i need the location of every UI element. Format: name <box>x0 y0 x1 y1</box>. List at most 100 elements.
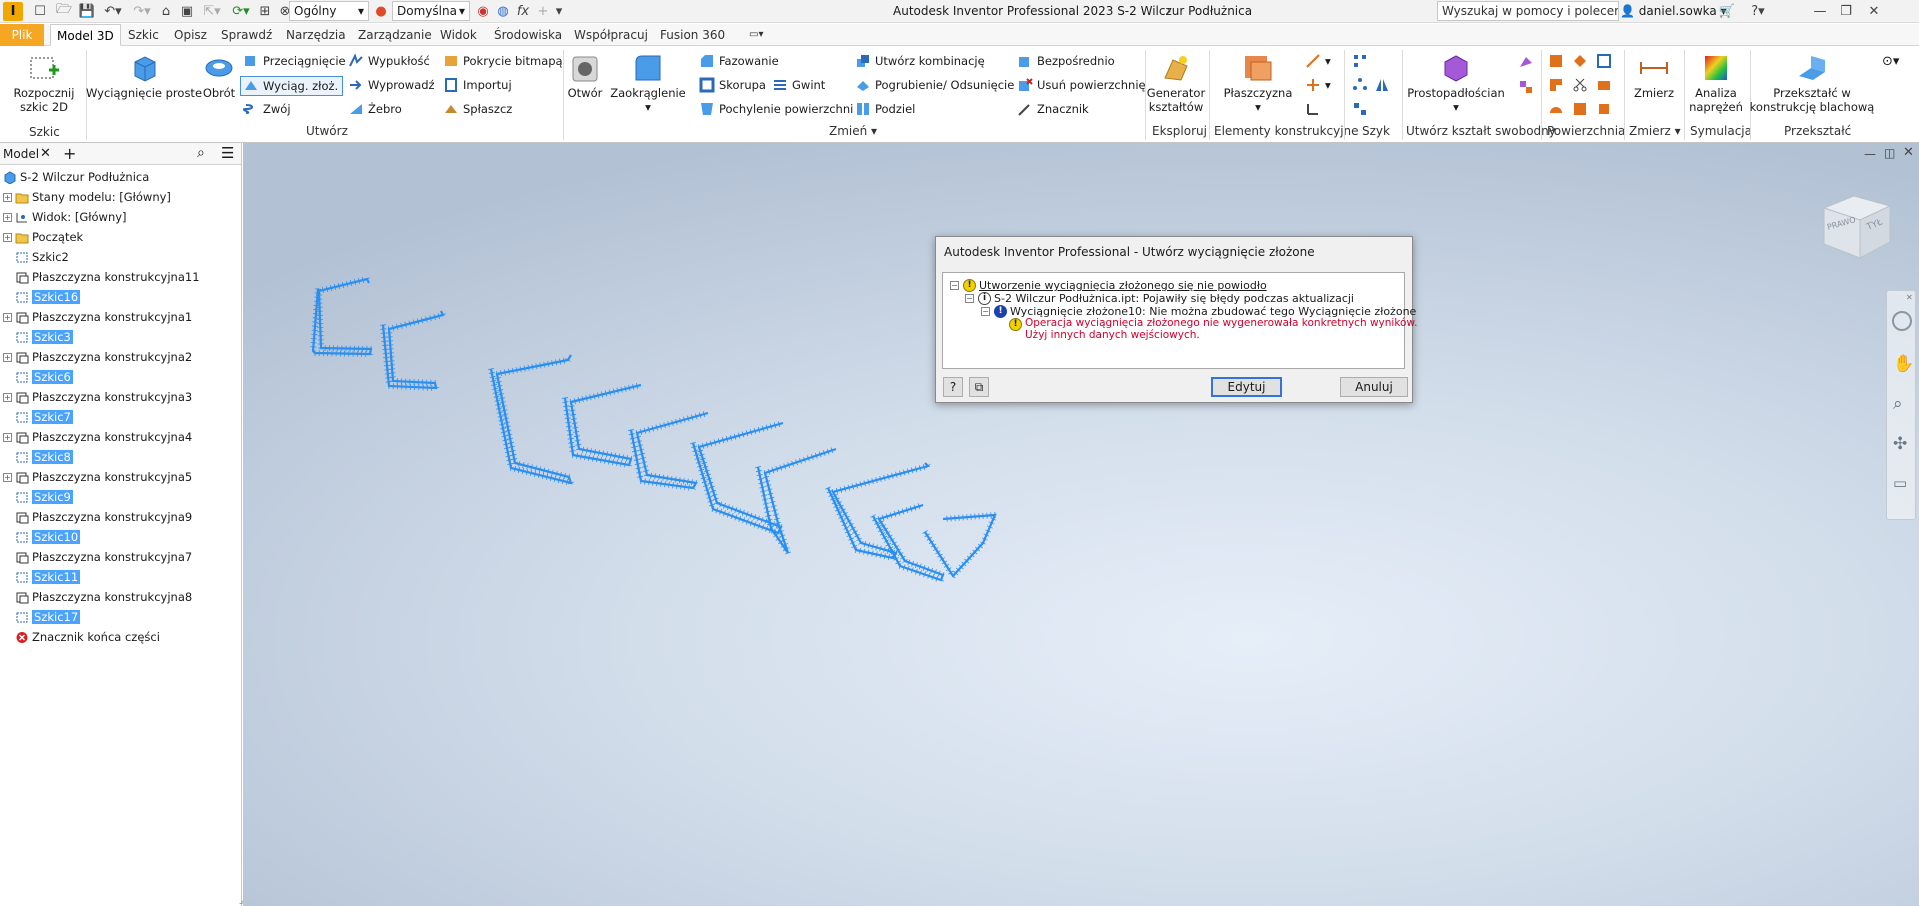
group-measure-label[interactable]: Zmierz ▾ <box>1629 124 1681 138</box>
full-navigation-wheel-icon[interactable] <box>1892 311 1912 331</box>
tree-node[interactable]: Szkic6 <box>0 368 73 386</box>
search-icon[interactable]: ⌕ <box>197 145 205 161</box>
add-tab-icon[interactable]: + <box>63 144 76 163</box>
patch-button[interactable] <box>1572 52 1592 70</box>
freeform-convert-button[interactable] <box>1518 78 1538 96</box>
tree-node[interactable]: + Płaszczyzna konstrukcyjna4 <box>0 428 192 446</box>
sweep-button[interactable]: Przeciągnięcie <box>243 52 346 70</box>
extrude-button[interactable]: Wyciągnięcie proste <box>86 52 202 100</box>
freeform-face-button[interactable] <box>1518 54 1538 72</box>
tab-view[interactable]: Widok <box>434 24 483 46</box>
delete-face-button[interactable]: Usuń powierzchnię <box>1017 76 1146 94</box>
tree-node[interactable]: + Płaszczyzna konstrukcyjna1 <box>0 308 192 326</box>
tree-node[interactable]: Szkic8 <box>0 448 73 466</box>
tree-node[interactable]: + Początek <box>0 228 83 246</box>
error-line-4[interactable]: ! Operacja wyciągnięcia złożonego nie wyg… <box>1009 317 1417 347</box>
direct-edit-button[interactable]: Bezpośrednio <box>1017 52 1115 70</box>
thread-button[interactable]: Gwint <box>772 76 825 94</box>
copy-icon[interactable]: ⧉ <box>969 377 989 397</box>
thicken-button[interactable]: Pogrubienie/ Odsunięcie <box>855 76 1014 94</box>
surface-extra-button[interactable] <box>1596 100 1616 118</box>
tree-node[interactable]: Znacznik końca części <box>0 628 160 646</box>
expand-icon[interactable]: + <box>3 232 12 242</box>
tree-node[interactable]: + Płaszczyzna konstrukcyjna5 <box>0 468 192 486</box>
decal-button[interactable]: Pokrycie bitmapą <box>443 52 563 70</box>
tab-manage[interactable]: Zarządzanie <box>352 24 438 46</box>
app-logo[interactable]: I <box>3 2 23 21</box>
coil-button[interactable]: Zwój <box>243 100 291 118</box>
revolve-button[interactable]: Obrót <box>200 52 238 100</box>
sketch-pattern-button[interactable] <box>1352 100 1372 118</box>
shell-button[interactable]: Skorupa <box>699 76 766 94</box>
properties-icon[interactable]: ▣ <box>178 2 196 20</box>
tree-node[interactable]: + Płaszczyzna konstrukcyjna2 <box>0 348 192 366</box>
clear-appearance-icon[interactable]: ◍ <box>494 2 512 20</box>
help-icon[interactable]: ?▾ <box>1745 2 1771 20</box>
tree-node[interactable]: + Widok: [Główny] <box>0 208 127 226</box>
look-at-icon[interactable]: ▭ <box>1893 474 1907 492</box>
parameters-fx-icon[interactable]: fx <box>514 2 532 20</box>
replace-face-button[interactable] <box>1596 76 1616 94</box>
expand-icon[interactable]: + <box>3 192 12 202</box>
add-icon[interactable]: + <box>534 2 552 20</box>
start-2d-sketch-button[interactable]: Rozpocznij szkic 2D <box>8 52 80 114</box>
expand-icon[interactable]: + <box>3 312 12 322</box>
tab-fusion-360[interactable]: Fusion 360 <box>654 24 731 46</box>
tab-inspect[interactable]: Sprawdź <box>215 24 278 46</box>
tab-options-icon[interactable]: ▭▾ <box>743 24 769 46</box>
emboss-button[interactable]: Wypukłość <box>348 52 430 70</box>
trim-surface-button[interactable] <box>1548 76 1568 94</box>
redo-icon[interactable]: ↷▾ <box>129 2 155 20</box>
tree-node[interactable]: S-2 Wilczur Podłużnica <box>0 168 149 186</box>
combine-button[interactable]: Utwórz kombinację <box>855 52 985 70</box>
rectangular-pattern-button[interactable] <box>1352 52 1372 70</box>
tab-model-3d[interactable]: Model 3D <box>50 24 121 46</box>
expand-icon[interactable]: + <box>3 352 12 362</box>
tab-collaborate[interactable]: Współpracuj <box>568 24 654 46</box>
work-axis-button[interactable]: ▾ <box>1305 52 1331 70</box>
import-button[interactable]: Importuj <box>443 76 512 94</box>
group-modify-label[interactable]: Zmień ▾ <box>829 124 877 138</box>
tree-node[interactable]: Szkic9 <box>0 488 73 506</box>
tree-node[interactable]: + Stany modelu: [Główny] <box>0 188 171 206</box>
split-button[interactable]: Podziel <box>855 100 915 118</box>
stitch-button[interactable] <box>1548 52 1568 70</box>
tree-node[interactable]: Szkic17 <box>0 608 81 626</box>
edit-button[interactable]: Edytuj <box>1211 377 1282 397</box>
save-icon[interactable]: 💾 <box>78 2 96 20</box>
mirror-button[interactable] <box>1374 76 1394 94</box>
tree-node[interactable]: Płaszczyzna konstrukcyjna9 <box>0 508 192 526</box>
tree-node[interactable]: Szkic10 <box>0 528 81 546</box>
unwrap-button[interactable]: Spłaszcz <box>443 100 512 118</box>
stress-analysis-button[interactable]: Analiza naprężeń <box>1686 52 1746 114</box>
convert-to-sheet-metal-button[interactable]: Przekształć w konstrukcję blachową <box>1750 52 1874 114</box>
tab-file[interactable]: Plik <box>0 24 44 46</box>
chamfer-button[interactable]: Fazowanie <box>699 52 779 70</box>
measure-button[interactable]: Zmierz <box>1630 52 1678 100</box>
expand-icon[interactable]: + <box>3 212 12 222</box>
expand-icon[interactable]: + <box>3 392 12 402</box>
expand-icon[interactable]: + <box>3 432 12 442</box>
color-wheel-icon[interactable]: ● <box>372 2 390 20</box>
tree-node[interactable]: Szkic16 <box>0 288 81 306</box>
open-folder-icon[interactable]: 🗁 <box>55 2 73 20</box>
tree-node[interactable]: Szkic7 <box>0 408 73 426</box>
tab-annotate[interactable]: Opisz <box>168 24 213 46</box>
cart-icon[interactable]: 🛒 <box>1718 2 1736 20</box>
draft-button[interactable]: Pochylenie powierzchni <box>699 100 853 118</box>
circular-pattern-button[interactable] <box>1352 76 1372 94</box>
tree-node[interactable]: Płaszczyzna konstrukcyjna8 <box>0 588 192 606</box>
home-icon[interactable]: ⌂ <box>157 2 175 20</box>
work-plane-button[interactable]: Płaszczyzna ▾ <box>1220 52 1296 114</box>
ucs-button[interactable] <box>1305 100 1325 118</box>
view-cube[interactable]: PRAWO TYŁ <box>1820 186 1896 262</box>
rib-button[interactable]: Żebro <box>348 100 402 118</box>
collapse-icon[interactable]: − <box>981 307 990 316</box>
extend-surface-button[interactable] <box>1572 76 1592 94</box>
expand-icon[interactable]: + <box>3 472 12 482</box>
tree-node[interactable]: Szkic3 <box>0 328 73 346</box>
collapse-icon[interactable]: − <box>950 281 959 290</box>
sculpt-button[interactable] <box>1596 52 1616 70</box>
tree-node[interactable]: Szkic2 <box>0 248 69 266</box>
freeform-box-button[interactable]: Prostopadłościan ▾ <box>1404 52 1508 114</box>
